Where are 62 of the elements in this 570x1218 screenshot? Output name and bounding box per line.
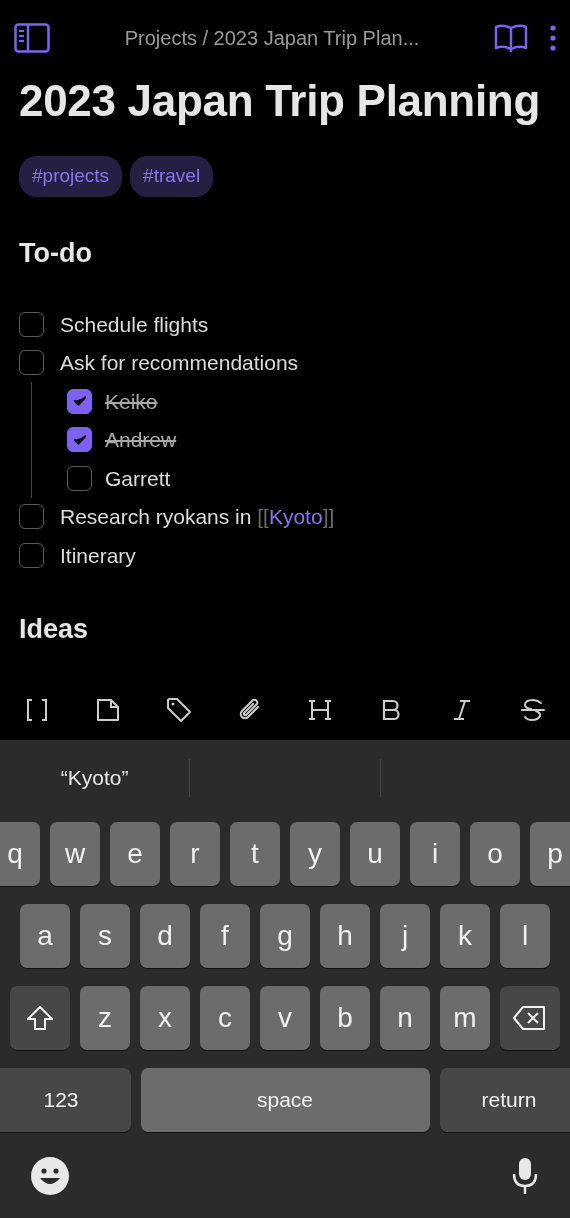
tag[interactable]: #projects xyxy=(19,156,123,197)
task-text: Keiko xyxy=(105,388,158,415)
space-key[interactable]: space xyxy=(140,1068,430,1132)
key[interactable]: r xyxy=(170,822,220,886)
key[interactable]: m xyxy=(440,986,490,1050)
checkbox[interactable] xyxy=(19,504,44,530)
key[interactable]: w xyxy=(50,822,100,886)
key[interactable]: g xyxy=(260,904,310,968)
note-title: 2023 Japan Trip Planning xyxy=(19,75,541,127)
numbers-key[interactable]: 123 xyxy=(0,1068,131,1132)
key[interactable]: f xyxy=(200,904,250,968)
key[interactable]: x xyxy=(140,986,190,1050)
key[interactable]: d xyxy=(140,904,190,968)
strikethrough-icon[interactable] xyxy=(518,696,547,724)
tag-icon[interactable] xyxy=(164,696,193,724)
microphone-icon[interactable] xyxy=(510,1156,540,1196)
key[interactable]: t xyxy=(230,822,280,886)
checkbox[interactable] xyxy=(67,388,92,414)
internal-link[interactable]: [[Kyoto]] xyxy=(257,505,335,528)
key[interactable]: p xyxy=(530,822,570,886)
breadcrumb[interactable]: Projects / 2023 Japan Trip Plan... xyxy=(50,23,494,53)
tag[interactable]: #travel xyxy=(130,156,214,197)
key[interactable]: e xyxy=(110,822,160,886)
emoji-icon[interactable] xyxy=(30,1156,70,1196)
shift-icon xyxy=(25,1004,55,1032)
key[interactable]: j xyxy=(380,904,430,968)
task-text: Itinerary xyxy=(60,542,136,569)
key[interactable]: s xyxy=(80,904,130,968)
key[interactable]: y xyxy=(290,822,340,886)
section-heading: Ideas xyxy=(19,612,90,646)
shift-key[interactable] xyxy=(10,986,70,1050)
key[interactable]: a xyxy=(20,904,70,968)
key[interactable]: l xyxy=(500,904,550,968)
key[interactable]: i xyxy=(410,822,460,886)
key[interactable]: n xyxy=(380,986,430,1050)
suggestion[interactable]: “Kyoto” xyxy=(60,766,129,789)
checkbox[interactable] xyxy=(67,427,92,453)
more-options-icon[interactable] xyxy=(550,25,556,51)
return-key[interactable]: return xyxy=(439,1068,570,1132)
checkbox[interactable] xyxy=(19,542,44,568)
key[interactable]: k xyxy=(440,904,490,968)
sidebar-toggle-icon[interactable] xyxy=(14,23,50,53)
key[interactable]: h xyxy=(320,904,370,968)
section-heading: To-do xyxy=(19,236,93,270)
checkbox[interactable] xyxy=(19,350,44,376)
delete-icon xyxy=(513,1005,547,1031)
task-text: Ask for recommendations xyxy=(60,350,299,376)
delete-key[interactable] xyxy=(500,986,560,1050)
task-text: Andrew xyxy=(105,427,177,453)
key[interactable]: b xyxy=(320,986,370,1050)
task-text: Garrett xyxy=(105,465,171,492)
checkbox[interactable] xyxy=(19,311,44,337)
key[interactable]: v xyxy=(260,986,310,1050)
key[interactable]: o xyxy=(470,822,520,886)
key[interactable]: z xyxy=(80,986,130,1050)
task-text: Research ryokans in [[Kyoto]] xyxy=(60,504,335,530)
task-text: Schedule flights xyxy=(60,311,209,338)
reading-view-icon[interactable] xyxy=(494,23,528,53)
key[interactable]: q xyxy=(0,822,40,886)
key[interactable]: c xyxy=(200,986,250,1050)
key[interactable]: u xyxy=(350,822,400,886)
checkbox[interactable] xyxy=(67,465,92,491)
